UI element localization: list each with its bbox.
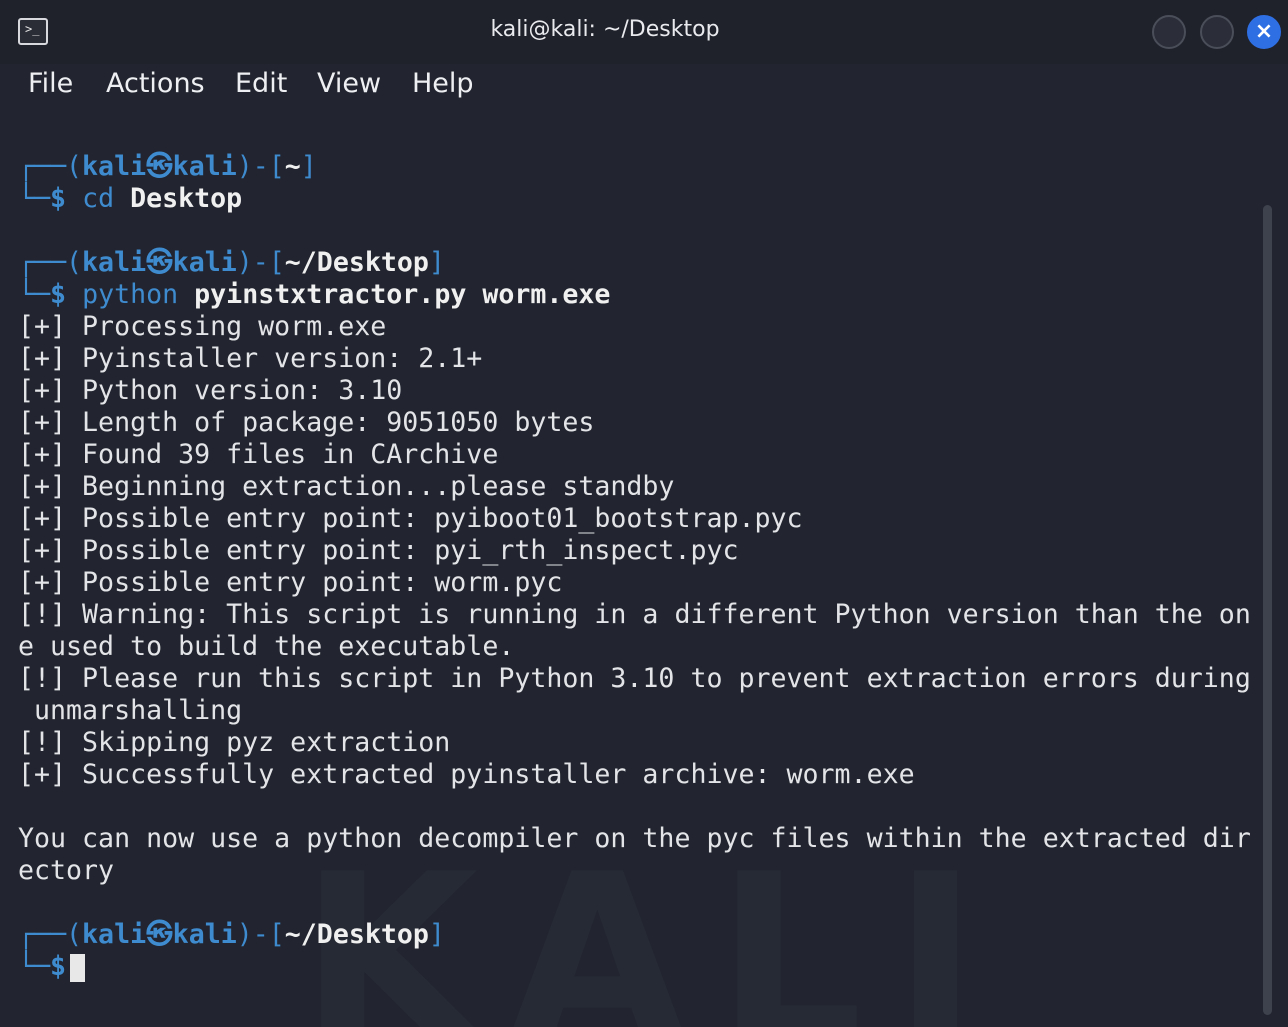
output-line: [+] Possible entry point: worm.pyc xyxy=(18,567,563,598)
output-line: You can now use a python decompiler on t… xyxy=(18,823,1251,854)
prompt-command-line: └─$ cd Desktop xyxy=(18,183,243,214)
output-line: [+] Python version: 3.10 xyxy=(18,375,403,406)
minimize-button[interactable] xyxy=(1152,15,1186,49)
output-line: [+] Found 39 files in CArchive xyxy=(18,439,499,470)
window-title: kali@kali: ~/Desktop xyxy=(490,17,720,42)
close-icon: × xyxy=(1254,19,1274,44)
close-button[interactable]: × xyxy=(1247,15,1281,49)
prompt-dir: ~ xyxy=(284,151,301,182)
output-line: [+] Beginning extraction...please standb… xyxy=(18,471,675,502)
output-line: [+] Length of package: 9051050 bytes xyxy=(18,407,595,438)
prompt-dir: ~/Desktop xyxy=(284,247,429,278)
command-name: cd xyxy=(82,183,115,214)
output-line: [!] Please run this script in Python 3.1… xyxy=(18,663,1251,694)
maximize-button[interactable] xyxy=(1200,15,1234,49)
scrollbar[interactable] xyxy=(1263,205,1272,1015)
command-args: pyinstxtractor.py worm.exe xyxy=(194,279,611,310)
menu-help[interactable]: Help xyxy=(412,68,474,99)
command-name: python xyxy=(82,279,179,310)
output-line: [+] Pyinstaller version: 2.1+ xyxy=(18,343,483,374)
prompt-command-line: └─$ python pyinstxtractor.py worm.exe xyxy=(18,279,611,310)
prompt-header: ┌──(kali㉿kali)-[~/Desktop] xyxy=(18,247,445,278)
text-cursor xyxy=(70,953,86,982)
terminal-window: >_ kali@kali: ~/Desktop × File Actions E… xyxy=(0,0,1288,1027)
prompt-user-host: kali㉿kali xyxy=(82,247,237,278)
prompt-user-host: kali㉿kali xyxy=(82,151,237,182)
output-line: [+] Possible entry point: pyi_rth_inspec… xyxy=(18,535,739,566)
title-bar[interactable]: >_ kali@kali: ~/Desktop × xyxy=(0,0,1288,64)
output-line: [+] Successfully extracted pyinstaller a… xyxy=(18,759,915,790)
menu-actions[interactable]: Actions xyxy=(106,68,205,99)
output-line: e used to build the executable. xyxy=(18,631,515,662)
prompt-dir: ~/Desktop xyxy=(284,919,429,950)
prompt-header: ┌──(kali㉿kali)-[~/Desktop] xyxy=(18,919,445,950)
menu-file[interactable]: File xyxy=(28,68,73,99)
output-line: [+] Processing worm.exe xyxy=(18,311,387,342)
output-line: unmarshalling xyxy=(18,695,243,726)
output-line: [!] Warning: This script is running in a… xyxy=(18,599,1251,630)
output-line: [+] Possible entry point: pyiboot01_boot… xyxy=(18,503,803,534)
command-args: Desktop xyxy=(130,183,243,214)
prompt-header: ┌──(kali㉿kali)-[~] xyxy=(18,151,317,182)
menu-edit[interactable]: Edit xyxy=(235,68,287,99)
output-line: ectory xyxy=(18,855,115,886)
prompt-user-host: kali㉿kali xyxy=(82,919,237,950)
menu-view[interactable]: View xyxy=(317,68,381,99)
prompt-command-line[interactable]: └─$ xyxy=(18,951,86,983)
output-line: [!] Skipping pyz extraction xyxy=(18,727,451,758)
